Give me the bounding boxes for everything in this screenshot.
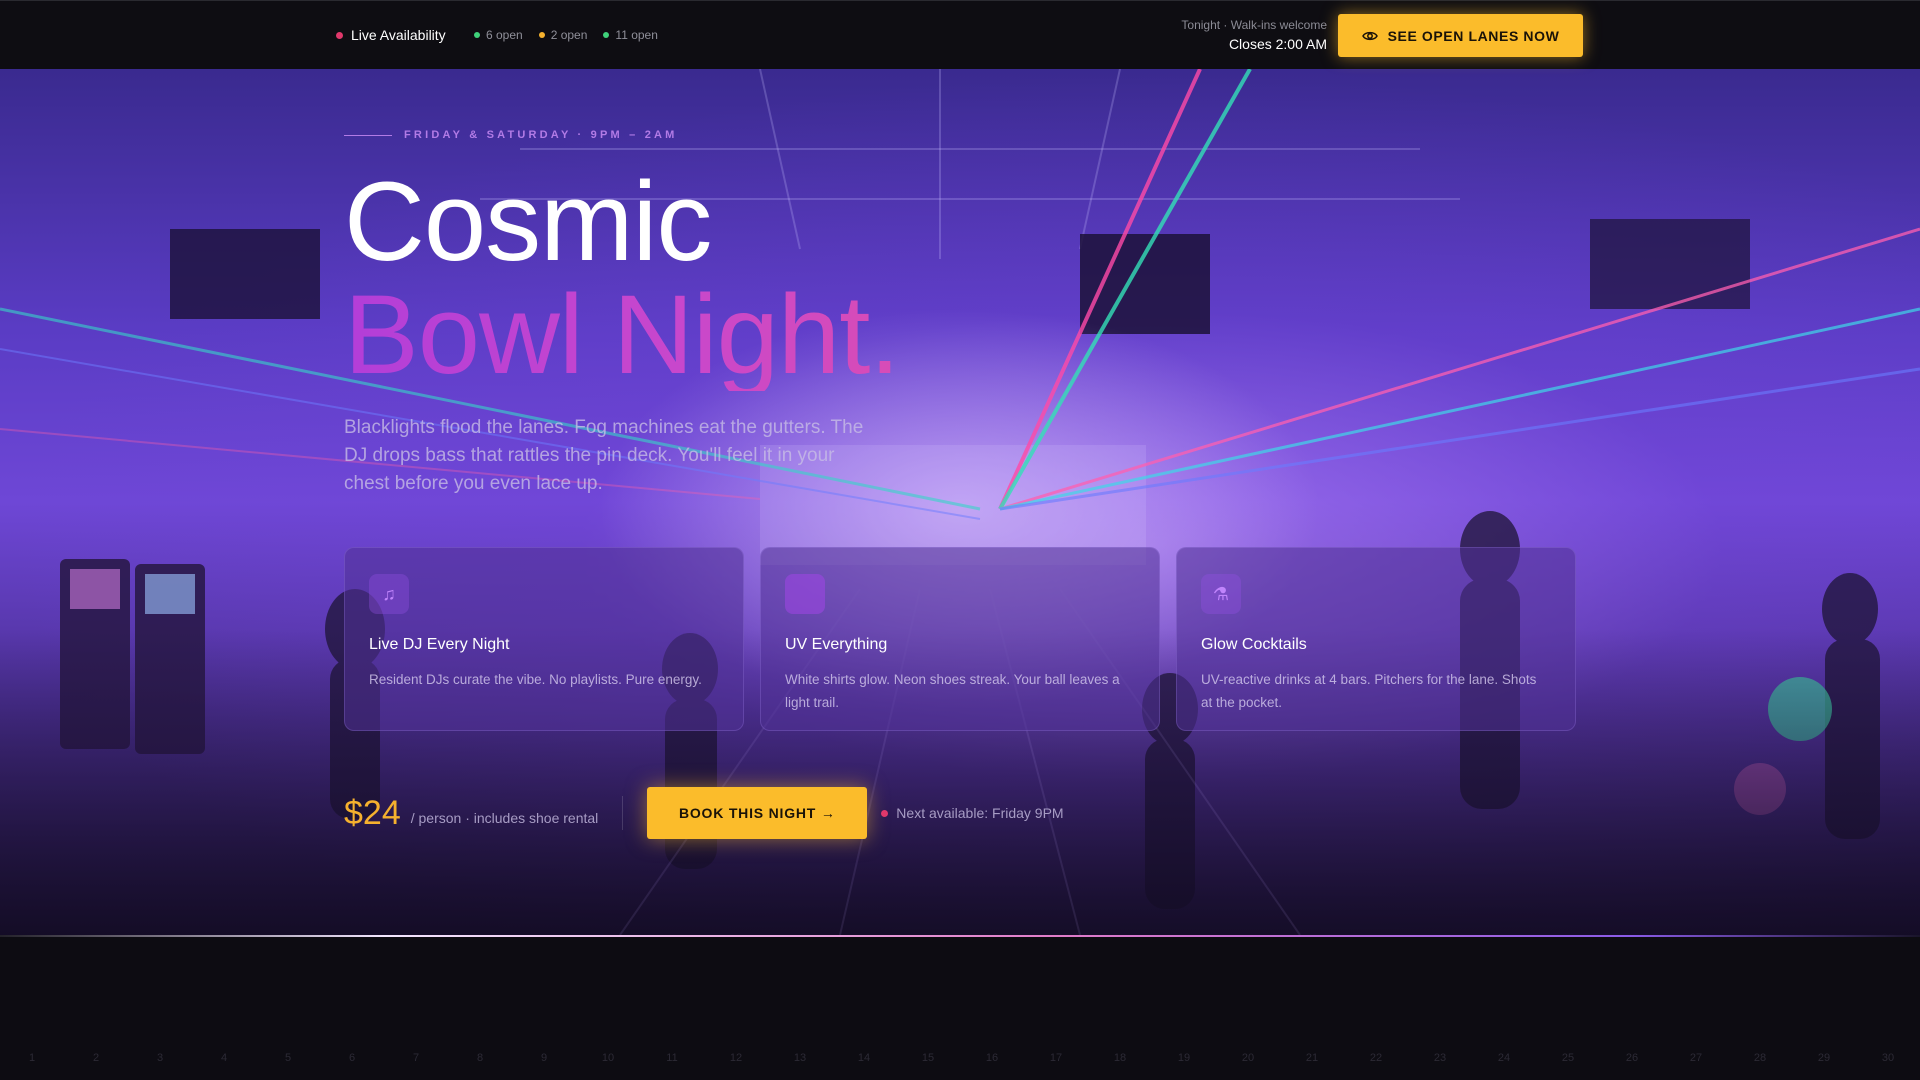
lane-number: 25 [1561,1052,1575,1064]
lane-number: 4 [220,1052,228,1064]
lane-number: 29 [1817,1052,1831,1064]
lane-number: 28 [1753,1052,1767,1064]
status-dot [538,32,545,38]
lane-number: 14 [857,1052,871,1064]
lane-number: 1 [28,1052,36,1064]
tonight-label: Tonight · Walk-ins welcome [1181,18,1327,32]
uv-glow-icon [785,574,825,614]
lane-number: 6 [348,1052,356,1064]
lane-number: 5 [284,1052,292,1064]
feature-title: UV Everything [785,636,888,653]
feature-body: Resident DJs curate the vibe. No playlis… [369,672,702,687]
lane-number: 2 [92,1052,100,1064]
flask-icon: ⚗ [1201,574,1241,614]
top-bar: Live Availability 6 open 2 open 11 open … [0,0,1920,69]
next-available: Next available: Friday 9PM [881,805,1064,821]
lane-number: 7 [412,1052,420,1064]
status-dot [603,32,610,38]
lane-number: 23 [1433,1052,1447,1064]
lane-number: 20 [1241,1052,1255,1064]
feature-title: Glow Cocktails [1201,636,1307,653]
price: $24 [344,793,401,832]
lane-number: 16 [985,1052,999,1064]
hero-description: Blacklights flood the lanes. Fog machine… [344,417,864,494]
next-available-label: Next available: Friday 9PM [896,805,1064,821]
lane-stat-label: 11 open [615,28,658,42]
live-availability: Live Availability [336,27,446,43]
lane-number: 12 [729,1052,743,1064]
lane-stat-label: 6 open [486,28,523,42]
feature-cards: ♫ Live DJ Every Night Resident DJs curat… [344,547,1576,731]
book-this-night-button[interactable]: BOOK THIS NIGHT → [647,787,868,839]
see-open-lanes-button[interactable]: SEE OPEN LANES NOW [1338,14,1583,57]
feature-card-glow-cocktails: ⚗ Glow Cocktails UV-reactive drinks at 4… [1176,547,1576,731]
next-available-dot [881,809,889,817]
eye-icon [1361,31,1378,40]
lane-number: 15 [921,1052,935,1064]
lane-number: 3 [156,1052,164,1064]
lane-number: 26 [1625,1052,1639,1064]
eyebrow: FRIDAY & SATURDAY · 9PM – 2AM [344,129,678,141]
lane-stat: 2 open [538,28,588,42]
eyebrow-text: FRIDAY & SATURDAY · 9PM – 2AM [404,129,678,141]
feature-card-uv-everything: UV Everything White shirts glow. Neon sh… [760,547,1160,731]
feature-card-live-dj: ♫ Live DJ Every Night Resident DJs curat… [344,547,744,731]
pricing-row: $24 / person · includes shoe rental BOOK… [344,787,1064,839]
lane-stat-label: 2 open [550,28,588,42]
lane-number: 22 [1369,1052,1383,1064]
feature-body: White shirts glow. Neon shoes streak. Yo… [785,672,1120,710]
lane-number: 10 [601,1052,615,1064]
lane-number: 9 [540,1052,548,1064]
divider [622,796,624,830]
feature-title: Live DJ Every Night [369,636,510,653]
feature-body: UV-reactive drinks at 4 bars. Pitchers f… [1201,672,1537,710]
lane-number: 8 [476,1052,484,1064]
lane-number: 17 [1049,1052,1063,1064]
hero-title-line-1: Cosmic [344,159,712,284]
lane-number: 11 [666,1052,678,1064]
closes-label: Closes 2:00 AM [1228,36,1327,52]
hero-title-line-2: Bowl Night. [344,272,900,397]
live-dot [336,31,343,39]
status-dot [474,32,480,38]
lane-stats: 6 open 2 open 11 open [474,28,658,42]
lane-number: 24 [1497,1052,1511,1064]
eyebrow-line [344,134,392,136]
lane-number: 27 [1689,1052,1703,1064]
price-note: / person · includes shoe rental [410,810,599,826]
see-open-lanes-label: SEE OPEN LANES NOW [1387,27,1560,44]
lane-numbers: 1 2 3 4 5 6 7 8 9 10 11 12 13 14 15 16 17 18 19 20 21 22 23 24 2… [0,1052,1920,1072]
hero-section: FRIDAY & SATURDAY · 9PM – 2AM Cosmic Bow… [0,69,1920,935]
lane-stat: 6 open [474,28,523,42]
lane-number: 18 [1113,1052,1127,1064]
music-note-icon: ♫ [369,574,409,614]
lane-number: 13 [793,1052,807,1064]
live-label: Live Availability [351,27,446,43]
lane-number: 30 [1881,1052,1895,1064]
lane-stat: 11 open [603,28,658,42]
tonight-info: Tonight · Walk-ins welcome Closes 2:00 A… [1181,18,1327,52]
lane-number: 19 [1177,1052,1191,1064]
lane-number: 21 [1305,1052,1319,1064]
